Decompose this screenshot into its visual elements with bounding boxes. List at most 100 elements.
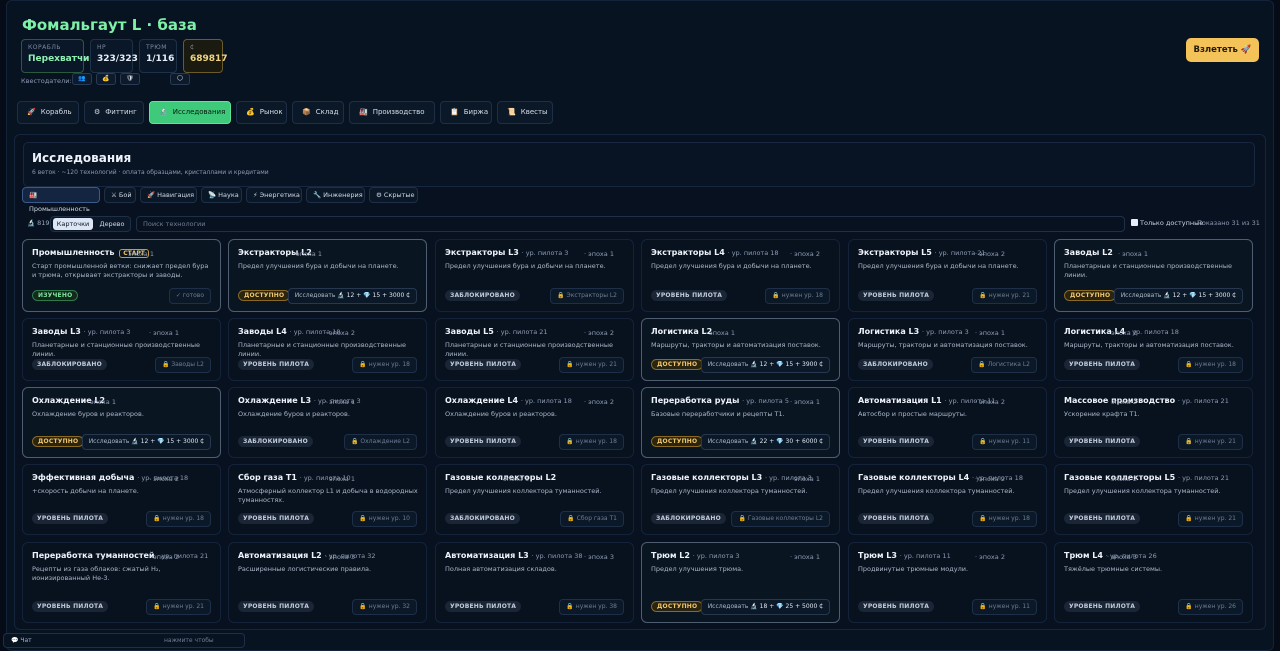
requirement-button: 🔒 нужен ур. 21 [972,288,1037,304]
status-badge: УРОВЕНЬ ПИЛОТА [1064,601,1141,612]
tech-card[interactable]: Эффективная добыча · ур. пилота 18 · эпох… [22,464,221,535]
tech-search-input[interactable] [136,216,1125,232]
tech-title: Охлаждение L4 [445,396,519,405]
research-button[interactable]: Исследовать 🔬 18 + 💎 25 + 5000 ₵ [700,599,830,615]
status-badge: ИЗУЧЕНО [32,290,79,301]
tech-card[interactable]: Трюм L2 · ур. пилота 3 · эпоха 1 Предел ул… [641,542,840,623]
branch-hidden[interactable]: ⚙ Скрытые [369,187,418,203]
tech-card[interactable]: Заводы L3 · ур. пилота 3 · эпоха 1 Планета… [22,318,221,381]
tech-card[interactable]: Газовые коллекторы L3 · ур. пилота 3 · эп… [641,464,840,535]
tech-description: Планетарные и станционные производственн… [1064,262,1232,279]
questgiver-chip[interactable]: 🛡 [120,73,140,85]
only-available-toggle[interactable]: Только доступные [1131,219,1203,227]
tech-card[interactable]: Трюм L3 · ур. пилота 11 · эпоха 2 Продвину… [848,542,1047,623]
tech-name: Логистика L3 · ур. пилота 3 [858,327,969,336]
tech-card[interactable]: Автоматизация L3 · ур. пилота 38 · эпоха … [435,542,634,623]
requirement-button: 🔒 нужен ур. 21 [1178,434,1243,450]
tech-card[interactable]: Логистика L3 · ур. пилота 3 · эпоха 1 Марш… [848,318,1047,381]
tech-title: Экстракторы L5 [858,248,932,257]
branch-engineering[interactable]: 🔧 Инженерия [306,187,365,203]
research-button[interactable]: Исследовать 🔬 12 + 💎 15 + 3000 ₵ [287,288,417,304]
tech-description: Расширенные логистические правила. [238,565,372,573]
tech-card[interactable]: Промышленность СТАРТ · эпоха 1 Старт промы… [22,239,221,312]
research-button[interactable]: Исследовать 🔬 22 + 💎 30 + 6000 ₵ [700,434,830,450]
research-button-label: Исследовать [707,603,749,610]
tech-card[interactable]: Сбор газа T1 · ур. пилота 10 · эпоха 1 Атм… [228,464,427,535]
epoch-label: · эпоха 1 [292,250,322,258]
chat-bar[interactable]: 💬 Чат нажмите чтобы развернуть [3,633,245,651]
tab-ship[interactable]: 🚀 Корабль [17,101,79,124]
tech-card[interactable]: Заводы L4 · ур. пилота 18 · эпоха 2 Планет… [228,318,427,381]
view-tree-button[interactable]: Дерево [95,218,129,230]
tech-card[interactable]: Газовые коллекторы L2 · эпоха 1 Предел ул… [435,464,634,535]
tech-card[interactable]: Логистика L4 · ур. пилота 18 · эпоха 2 Мар… [1054,318,1253,381]
research-button-label: Исследовать [707,438,749,445]
requirement-button: 🔒 Сбор газа T1 [560,511,624,527]
tech-card[interactable]: Экстракторы L5 · ур. пилота 21 · эпоха 2 П… [848,239,1047,312]
tech-card[interactable]: Переработка руды · ур. пилота 5 · эпоха 1… [641,387,840,458]
questgiver-chip[interactable]: 🌕 [170,73,190,85]
tech-title: Автоматизация L2 [238,551,322,560]
tab-fitting[interactable]: ⚙ Фиттинг [84,101,144,124]
epoch-label: · эпоха 2 [975,475,1005,483]
tech-description: Базовые переработчики и рецепты Т1. [651,410,785,418]
tab-exchange[interactable]: 📋 Биржа [440,101,492,124]
requirement-button: 🔒 нужен ур. 18 [559,434,624,450]
tech-card[interactable]: Охлаждение L3 · ур. пилота 3 · эпоха 1 Охл… [228,387,427,458]
chat-label: 💬 Чат [11,637,32,644]
tech-description: Предел улучшения бура и добычи на планет… [651,262,812,270]
research-button[interactable]: Исследовать 🔬 12 + 💎 15 + 3000 ₵ [81,434,211,450]
tech-card[interactable]: Газовые коллекторы L4 · ур. пилота 18 · э… [848,464,1047,535]
tech-card[interactable]: Массовое производство · ур. пилота 21 · э… [1054,387,1253,458]
research-button[interactable]: Исследовать 🔬 12 + 💎 15 + 3000 ₵ [1113,288,1243,304]
tech-card[interactable]: Заводы L2 · эпоха 1 Планетарные и станцио… [1054,239,1253,312]
research-button[interactable]: Исследовать 🔬 12 + 💎 15 + 3900 ₵ [700,357,830,373]
branch-navigation[interactable]: 🚀 Навигация [140,187,197,203]
tab-research[interactable]: 🔬 Исследования [149,101,231,124]
status-badge: ЗАБЛОКИРОВАНО [445,290,520,301]
tech-card[interactable]: Экстракторы L4 · ур. пилота 18 · эпоха 2 П… [641,239,840,312]
pilot-level-req: · ур. пилота 21 [1178,474,1229,482]
shown-count: Показано 31 из 31 [1197,219,1260,227]
status-badge: УРОВЕНЬ ПИЛОТА [238,359,315,370]
checkbox[interactable] [1131,219,1138,226]
tech-title: Эффективная добыча [32,473,135,482]
questgiver-chip[interactable]: 💰 [96,73,116,85]
questgiver-chip[interactable]: 👥 [72,73,92,85]
tech-description: Полная автоматизация складов. [445,565,557,573]
tech-card[interactable]: Автоматизация L1 · ур. пилота 11 · эпоха … [848,387,1047,458]
status-badge: ДОСТУПНО [651,359,704,370]
tech-card[interactable]: Трюм L4 · ур. пилота 26 · эпоха 3 Тяжёлые … [1054,542,1253,623]
tab-storage[interactable]: 📦 Склад [292,101,344,124]
epoch-label: · эпоха 1 [790,553,820,561]
tab-quests[interactable]: 📜 Квесты [497,101,553,124]
epoch-label: · эпоха 2 [1107,329,1137,337]
branch-industry[interactable]: 🏭 Промышленность [22,187,100,213]
branch-science[interactable]: 📡 Наука [201,187,242,203]
status-badge: УРОВЕНЬ ПИЛОТА [32,513,109,524]
view-cards-button[interactable]: Карточки [53,218,93,230]
requirement-button: 🔒 нужен ур. 18 [972,511,1037,527]
tech-card[interactable]: Охлаждение L4 · ур. пилота 18 · эпоха 2 Ох… [435,387,634,458]
tech-name: Экстракторы L5 · ур. пилота 21 [858,248,986,257]
tech-card[interactable]: Газовые коллекторы L5 · ур. пилота 21 · э… [1054,464,1253,535]
tech-card[interactable]: Заводы L5 · ур. пилота 21 · эпоха 2 Планет… [435,318,634,381]
requirement-button: 🔒 нужен ур. 18 [352,357,417,373]
tech-card[interactable]: Автоматизация L2 · ур. пилота 32 · эпоха … [228,542,427,623]
status-badge: ЗАБЛОКИРОВАНО [445,513,520,524]
tab-market[interactable]: 💰 Рынок [236,101,287,124]
tech-card[interactable]: Экстракторы L3 · ур. пилота 3 · эпоха 1 Пр… [435,239,634,312]
view-toggle: Карточки Дерево [50,216,131,232]
status-badge: УРОВЕНЬ ПИЛОТА [1064,359,1141,370]
branch-combat[interactable]: ⚔ Бой [104,187,136,203]
tech-card[interactable]: Охлаждение L2 · эпоха 1 Охлаждение буров … [22,387,221,458]
tech-card[interactable]: Переработка туманностей · ур. пилота 21 ·… [22,542,221,623]
tab-production[interactable]: 🏭 Производство [349,101,435,124]
tech-card[interactable]: Экстракторы L2 · эпоха 1 Предел улучшения… [228,239,427,312]
status-badge: УРОВЕНЬ ПИЛОТА [858,290,935,301]
status-badge: УРОВЕНЬ ПИЛОТА [445,601,522,612]
tech-title: Трюм L2 [651,551,690,560]
launch-button[interactable]: Взлететь 🚀 [1186,38,1259,62]
branch-energy[interactable]: ⚡ Энергетика [246,187,302,203]
tech-card[interactable]: Логистика L2 · эпоха 1 Маршруты, тракторы… [641,318,840,381]
